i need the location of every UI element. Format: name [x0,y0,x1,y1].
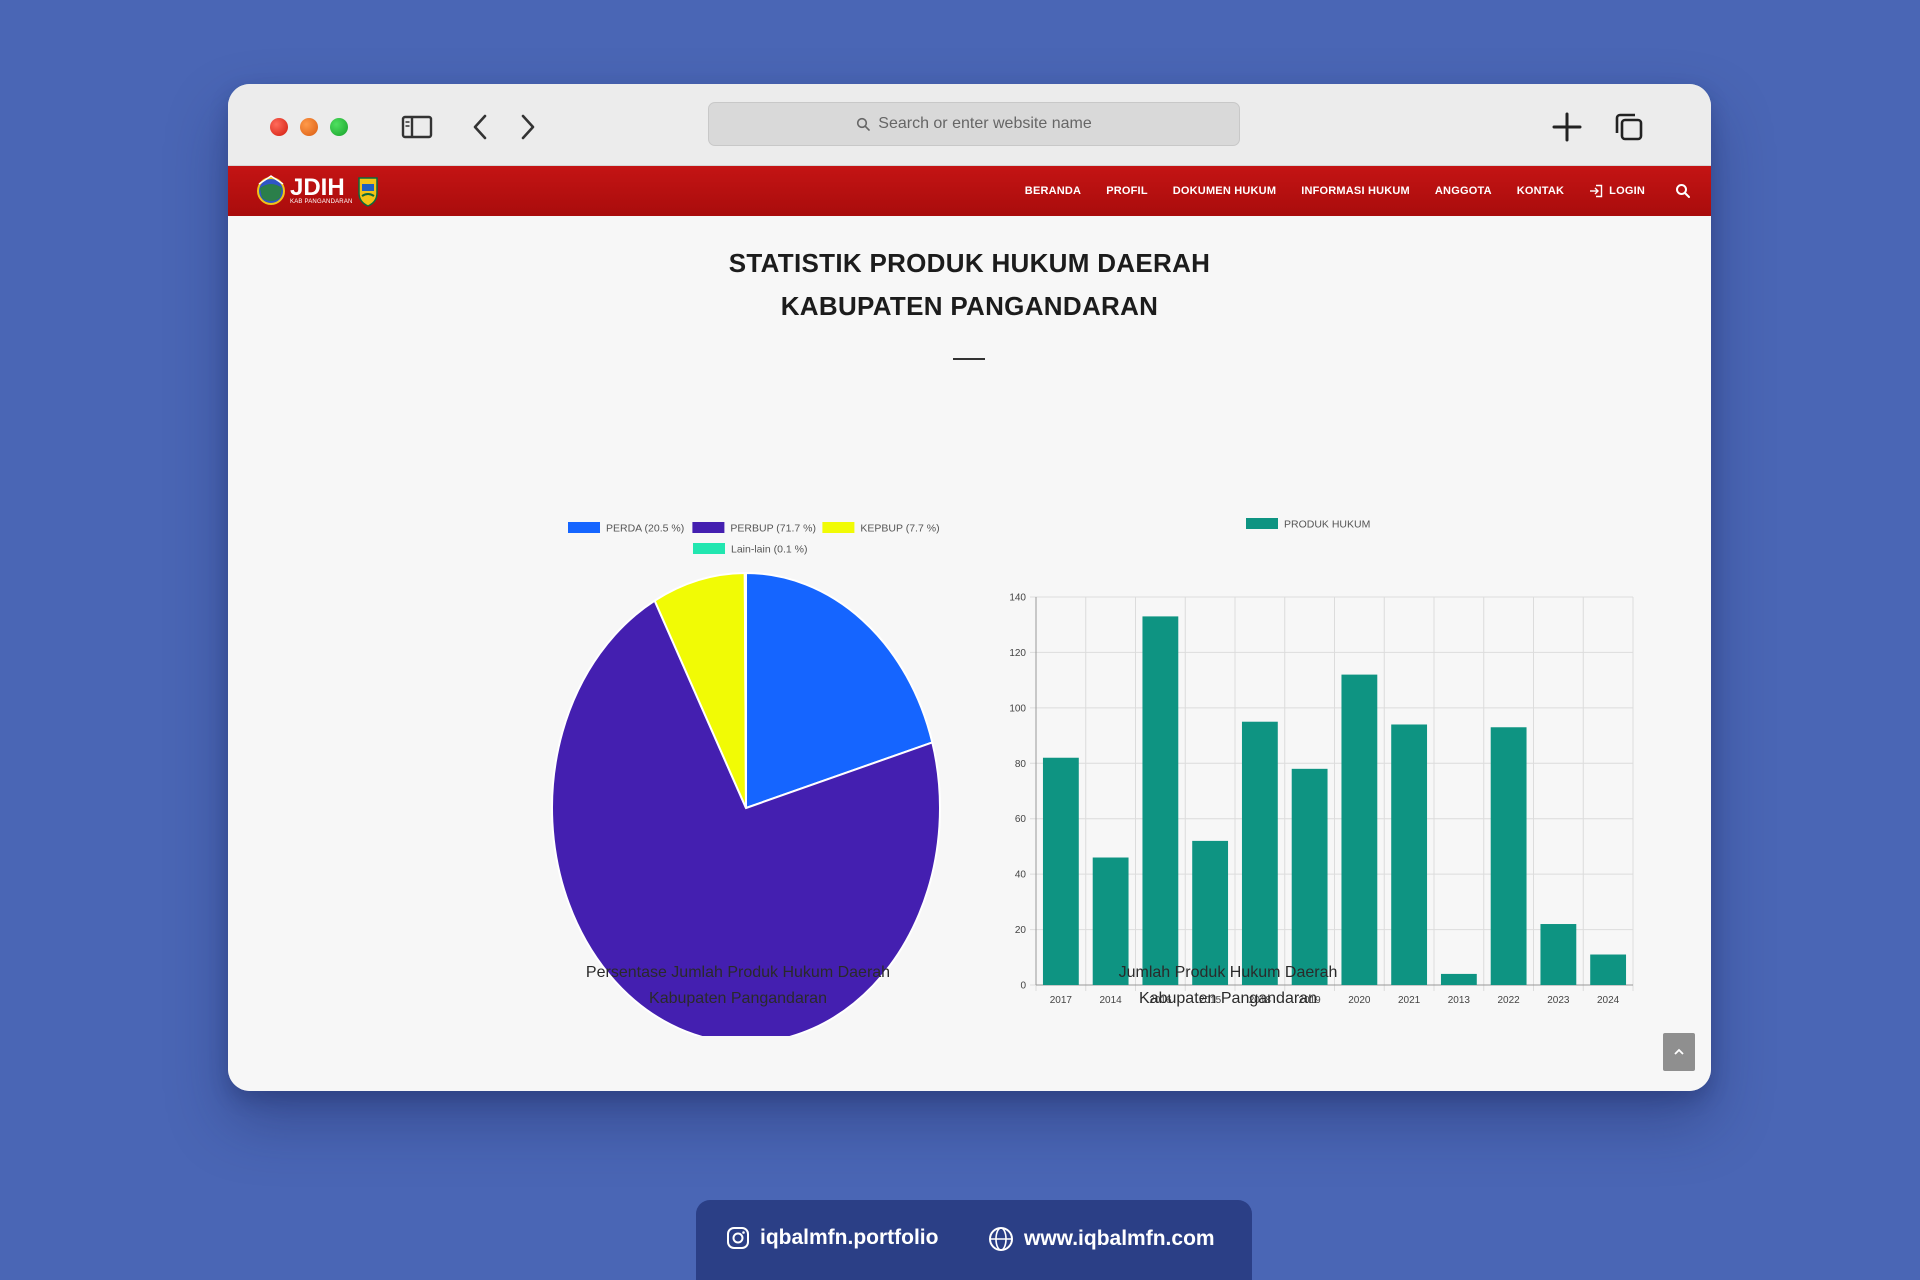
back-icon[interactable] [464,110,498,144]
pie-legend-swatch[interactable] [693,543,725,554]
bar-caption: Jumlah Produk Hukum Daerah Kabupaten Pan… [1058,960,1398,1012]
x-tick-label: 2013 [1448,995,1471,1006]
menu-beranda[interactable]: BERANDA [1025,185,1081,197]
page-title-line2: KABUPATEN PANGANDARAN [780,291,1159,321]
footer-website[interactable]: www.iqbalmfn.com [988,1226,1215,1252]
bar-caption-line2: Kabupaten Pangandaran [1139,990,1317,1007]
browser-window: Search or enter website name JDIH KAB PA… [228,84,1711,1091]
bar-legend-label[interactable]: PRODUK HUKUM [1284,519,1370,531]
page-title-line1: STATISTIK PRODUK HUKUM DAERAH [728,248,1211,278]
pie-legend-swatch[interactable] [692,522,725,533]
bar[interactable] [1042,757,1079,985]
y-tick-label: 140 [1009,593,1026,604]
close-window-button[interactable] [270,118,288,136]
bar[interactable] [1590,954,1627,985]
pie-legend-label[interactable]: Lain-lain (0.1 %) [731,544,807,556]
pie-legend-label[interactable]: PERBUP (71.7 %) [730,523,816,535]
pie-caption-line1: Persentase Jumlah Produk Hukum Daerah [585,964,891,981]
footer-instagram[interactable]: iqbalmfn.portfolio [726,1226,938,1250]
site-search-icon[interactable] [1675,183,1691,199]
x-tick-label: 2021 [1398,995,1421,1006]
chevron-up-icon [1674,1048,1684,1055]
bar[interactable] [1391,724,1428,985]
title-divider [953,358,985,360]
maximize-window-button[interactable] [330,118,348,136]
logo-subtitle: KAB PANGANDARAN [290,199,353,205]
menu-anggota[interactable]: ANGGOTA [1435,185,1492,197]
instagram-icon [727,1227,749,1249]
y-tick-label: 0 [1020,981,1026,992]
bar[interactable] [1291,768,1328,985]
menu-informasi-hukum[interactable]: INFORMASI HUKUM [1301,185,1410,197]
address-bar[interactable]: Search or enter website name [708,102,1240,146]
footer-banner: iqbalmfn.portfolio www.iqbalmfn.com [696,1200,1252,1280]
sidebar-toggle-icon[interactable] [400,110,434,144]
bar[interactable] [1440,973,1477,985]
page-content: STATISTIK PRODUK HUKUM DAERAH KABUPATEN … [228,216,1711,1091]
y-tick-label: 80 [1015,759,1027,770]
minimize-window-button[interactable] [300,118,318,136]
bar[interactable] [1540,924,1577,985]
menu-profil[interactable]: PROFIL [1106,185,1148,197]
globe-emblem-icon [257,175,285,205]
x-tick-label: 2022 [1498,995,1521,1006]
pie-legend-swatch[interactable] [822,522,855,533]
bar-legend-swatch[interactable] [1246,518,1278,529]
pie-legend-swatch[interactable] [568,522,600,533]
bar-chart: PRODUK HUKUM0204060801001201402017 2014 20… [1009,518,1634,1006]
y-tick-label: 120 [1009,648,1026,659]
scroll-to-top-button[interactable] [1663,1033,1695,1071]
bar[interactable] [1490,727,1527,985]
menu-dokumen-hukum[interactable]: DOKUMEN HUKUM [1173,185,1276,197]
bar[interactable] [1341,674,1378,985]
regency-crest-icon [357,177,378,207]
x-tick-label: 2024 [1597,995,1620,1006]
search-icon [857,117,871,131]
bar[interactable] [1142,616,1179,985]
login-icon [1590,184,1603,198]
bar[interactable] [1241,721,1278,985]
new-tab-icon[interactable] [1550,110,1584,144]
pie-slice[interactable] [743,571,747,809]
y-tick-label: 100 [1009,703,1026,714]
pie-caption: Persentase Jumlah Produk Hukum Daerah Ka… [568,960,908,1012]
menu-kontak[interactable]: KONTAK [1517,185,1564,197]
site-logo[interactable]: JDIH KAB PANGANDARAN [256,172,379,210]
login-label: LOGIN [1609,185,1645,197]
main-menu: BERANDA PROFIL DOKUMEN HUKUM INFORMASI H… [1025,166,1645,216]
y-tick-label: 40 [1015,870,1027,881]
pie-caption-line2: Kabupaten Pangandaran [649,990,827,1007]
y-tick-label: 60 [1015,814,1027,825]
address-placeholder: Search or enter website name [878,115,1092,132]
pie-legend-label[interactable]: KEPBUP (7.7 %) [860,523,939,535]
logo-title: JDIH [290,174,345,201]
menu-login[interactable]: LOGIN [1589,184,1645,198]
tab-overview-icon[interactable] [1612,110,1646,144]
x-tick-label: 2023 [1547,995,1570,1006]
website-url: www.iqbalmfn.com [1024,1227,1215,1250]
pie-legend-label[interactable]: PERDA (20.5 %) [606,523,684,535]
instagram-handle: iqbalmfn.portfolio [760,1226,939,1249]
forward-icon[interactable] [510,110,544,144]
y-tick-label: 20 [1015,925,1027,936]
globe-icon [989,1227,1013,1251]
site-navbar: JDIH KAB PANGANDARAN BERANDA PROFIL DOKU… [228,166,1711,216]
bar-caption-line1: Jumlah Produk Hukum Daerah [1118,964,1338,981]
browser-toolbar: Search or enter website name [228,84,1711,166]
pie-chart: PERDA (20.5 %) PERBUP (71.7 %) KEPBUP (7.7… [551,522,941,1036]
